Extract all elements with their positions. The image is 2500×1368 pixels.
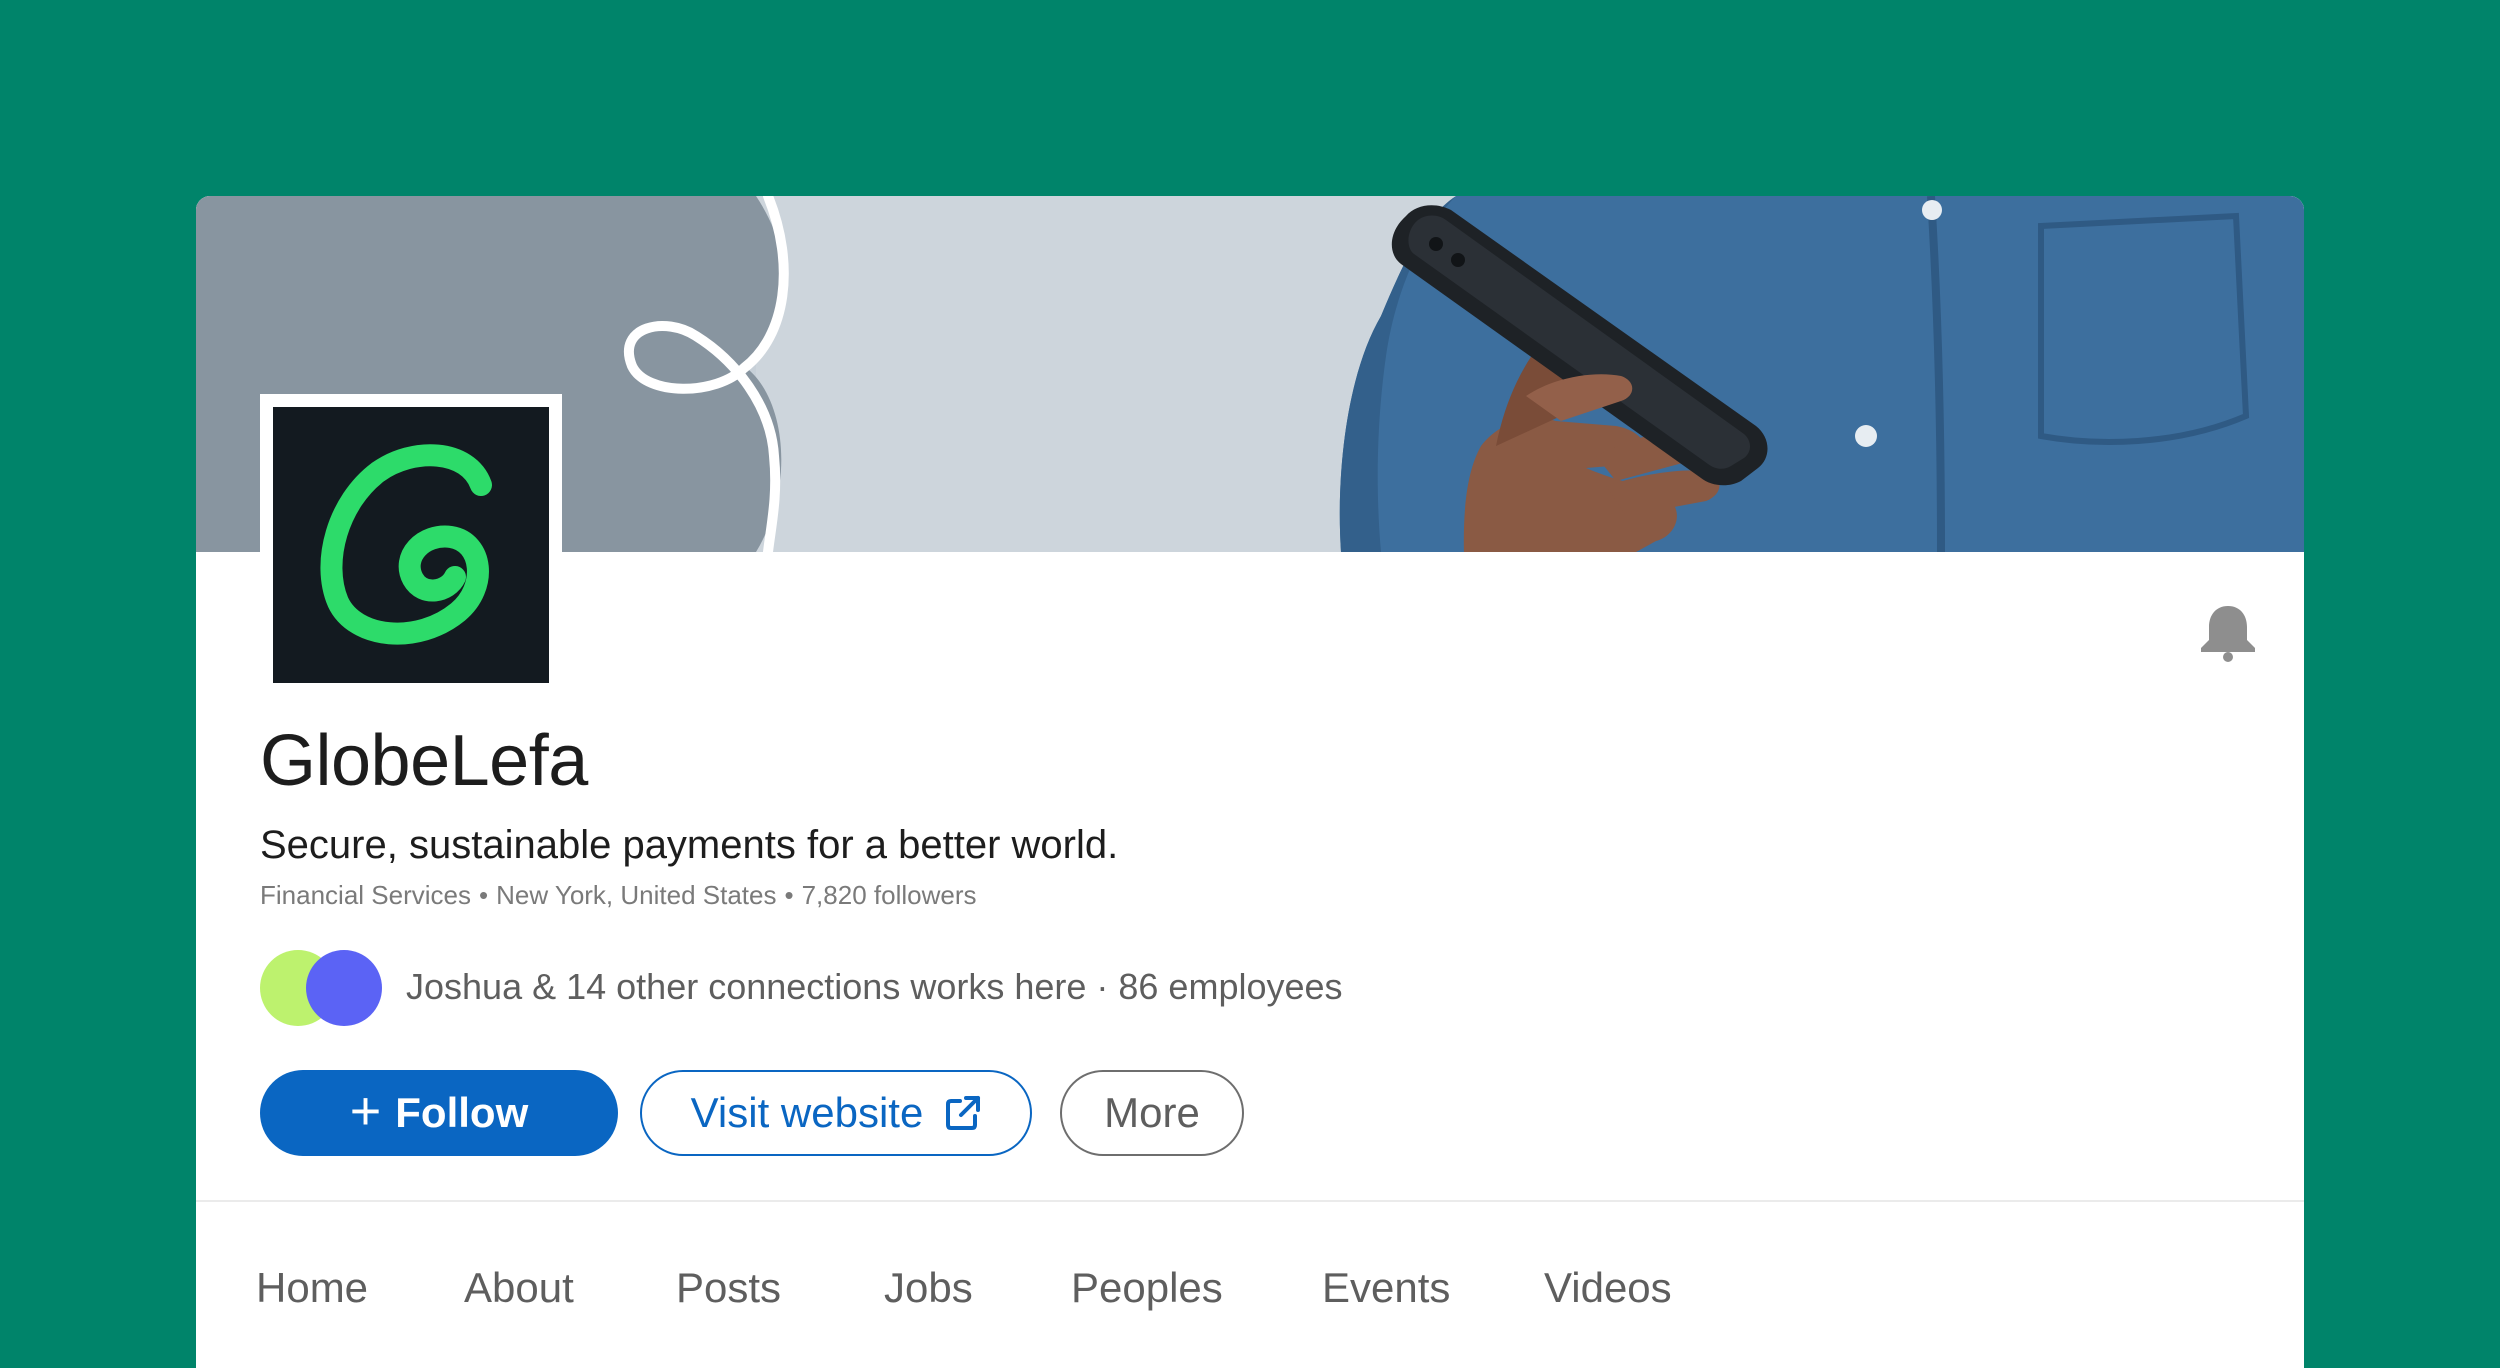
follow-label: Follow <box>395 1089 529 1136</box>
tab-home[interactable]: Home <box>256 1260 368 1316</box>
plus-icon: + <box>349 1081 382 1141</box>
connections-summary[interactable]: Joshua & 14 other connections works here… <box>406 964 1343 1010</box>
company-logo-frame[interactable] <box>260 394 562 696</box>
more-label: More <box>1104 1089 1200 1136</box>
connection-avatars[interactable] <box>260 950 390 1026</box>
section-divider <box>196 1200 2304 1202</box>
more-button[interactable]: More <box>1060 1070 1244 1156</box>
visit-website-button[interactable]: Visit website <box>640 1070 1032 1156</box>
tab-jobs[interactable]: Jobs <box>884 1260 973 1316</box>
avatar <box>306 950 382 1026</box>
tab-videos[interactable]: Videos <box>1544 1260 1672 1316</box>
visit-website-label: Visit website <box>690 1089 924 1136</box>
follow-button[interactable]: + Follow <box>260 1070 618 1156</box>
meta-separator: • <box>478 880 489 910</box>
bell-icon <box>2201 606 2255 662</box>
company-name: GlobeLefa <box>260 721 588 801</box>
tab-events[interactable]: Events <box>1322 1260 1450 1316</box>
notification-bell-button[interactable] <box>2196 600 2260 664</box>
company-meta: Financial Services • New York, United Stat… <box>260 878 976 912</box>
company-followers[interactable]: 7,820 followers <box>802 880 977 910</box>
company-profile-card: GlobeLefa Secure, sustainable payments f… <box>196 196 2304 1368</box>
page-background: GlobeLefa Secure, sustainable payments f… <box>0 0 2500 1368</box>
tab-about[interactable]: About <box>464 1260 574 1316</box>
company-industry: Financial Services <box>260 880 471 910</box>
external-link-icon <box>946 1096 981 1130</box>
company-location: New York, United States <box>496 880 777 910</box>
company-logo <box>273 407 549 683</box>
g-spiral-logo-icon <box>320 444 492 645</box>
tab-peoples[interactable]: Peoples <box>1071 1260 1223 1316</box>
meta-separator: • <box>784 880 794 910</box>
company-tagline: Secure, sustainable payments for a bette… <box>260 823 1119 867</box>
tab-posts[interactable]: Posts <box>676 1260 781 1316</box>
